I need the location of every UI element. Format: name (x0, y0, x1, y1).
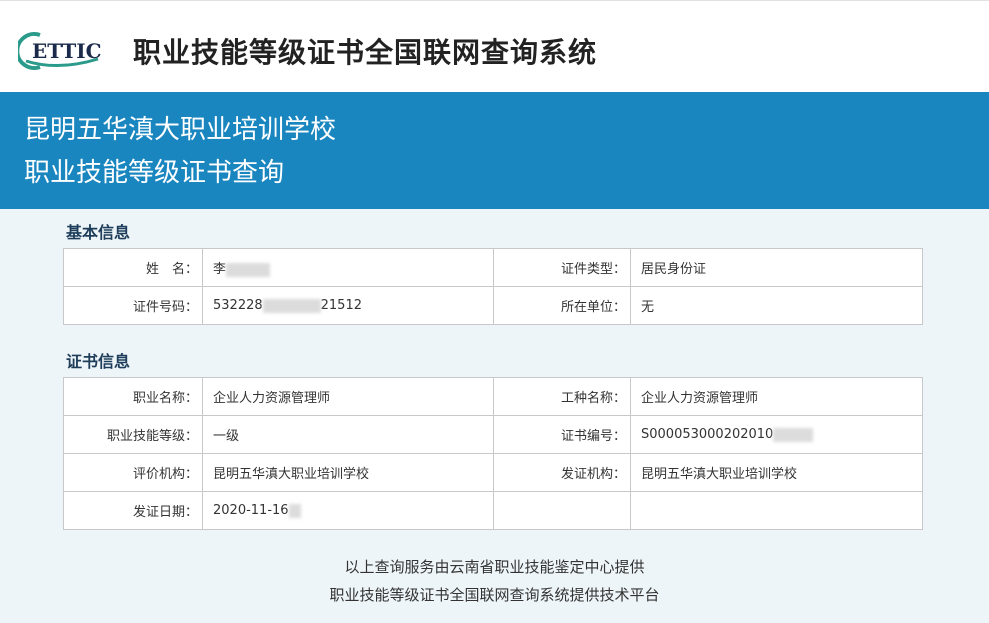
id-number-value: 532228 21512 (202, 286, 494, 325)
table-row: 职业名称： 企业人力资源管理师 工种名称： 企业人力资源管理师 (63, 377, 923, 416)
id-type-value: 居民身份证 (630, 248, 923, 287)
empty-cell (630, 491, 923, 530)
banner: 昆明五华滇大职业培训学校 职业技能等级证书查询 (0, 92, 989, 209)
level-value: 一级 (202, 415, 494, 454)
job-type-label: 工种名称： (493, 377, 631, 416)
unit-value: 无 (630, 286, 923, 325)
table-row: 发证日期： 2020-11-16 (63, 491, 923, 530)
cert-number-label: 证书编号： (493, 415, 631, 454)
eval-org-value: 昆明五华滇大职业培训学校 (202, 453, 494, 492)
occupation-label: 职业名称： (63, 377, 203, 416)
cert-info-heading: 证书信息 (66, 352, 131, 371)
page-title: 职业技能等级证书查询 (24, 158, 285, 188)
redaction-blur (262, 298, 321, 313)
name-label: 姓 名： (63, 248, 203, 287)
job-type-value: 企业人力资源管理师 (630, 377, 923, 416)
table-row: 职业技能等级： 一级 证书编号： S000053000202010 (63, 415, 923, 454)
site-title: 职业技能等级证书全国联网查询系统 (133, 36, 598, 69)
basic-info-heading: 基本信息 (66, 223, 131, 242)
empty-cell (493, 491, 631, 530)
table-row: 评价机构： 昆明五华滇大职业培训学校 发证机构： 昆明五华滇大职业培训学校 (63, 453, 923, 492)
organization-name: 昆明五华滇大职业培训学校 (24, 115, 337, 145)
unit-label: 所在单位： (493, 286, 631, 325)
id-number-label: 证件号码： (63, 286, 203, 325)
table-row: 姓 名： 李 证件类型： 居民身份证 (63, 248, 923, 287)
redaction-blur (226, 262, 271, 277)
cert-number-value: S000053000202010 (630, 415, 923, 454)
svg-text:ETTIC: ETTIC (32, 39, 102, 63)
issue-org-label: 发证机构： (493, 453, 631, 492)
footer-provider-text: 以上查询服务由云南省职业技能鉴定中心提供 (344, 558, 645, 576)
issue-date-label: 发证日期： (63, 491, 203, 530)
basic-info-table: 姓 名： 李 证件类型： 居民身份证 证件号码： 532228 21512 所在单… (63, 248, 923, 325)
ettic-logo: ETTIC (18, 32, 102, 70)
redaction-blur (288, 503, 301, 518)
cert-info-table: 职业名称： 企业人力资源管理师 工种名称： 企业人力资源管理师 职业技能等级： … (63, 377, 923, 530)
issue-org-value: 昆明五华滇大职业培训学校 (630, 453, 923, 492)
redaction-blur (773, 427, 814, 442)
occupation-value: 企业人力资源管理师 (202, 377, 494, 416)
table-row: 证件号码： 532228 21512 所在单位： 无 (63, 286, 923, 325)
page-header: ETTIC 职业技能等级证书全国联网查询系统 (0, 0, 989, 93)
level-label: 职业技能等级： (63, 415, 203, 454)
name-value: 李 (202, 248, 494, 287)
id-type-label: 证件类型： (493, 248, 631, 287)
footer-platform-text: 职业技能等级证书全国联网查询系统提供技术平台 (329, 586, 660, 604)
eval-org-label: 评价机构： (63, 453, 203, 492)
issue-date-value: 2020-11-16 (202, 491, 494, 530)
